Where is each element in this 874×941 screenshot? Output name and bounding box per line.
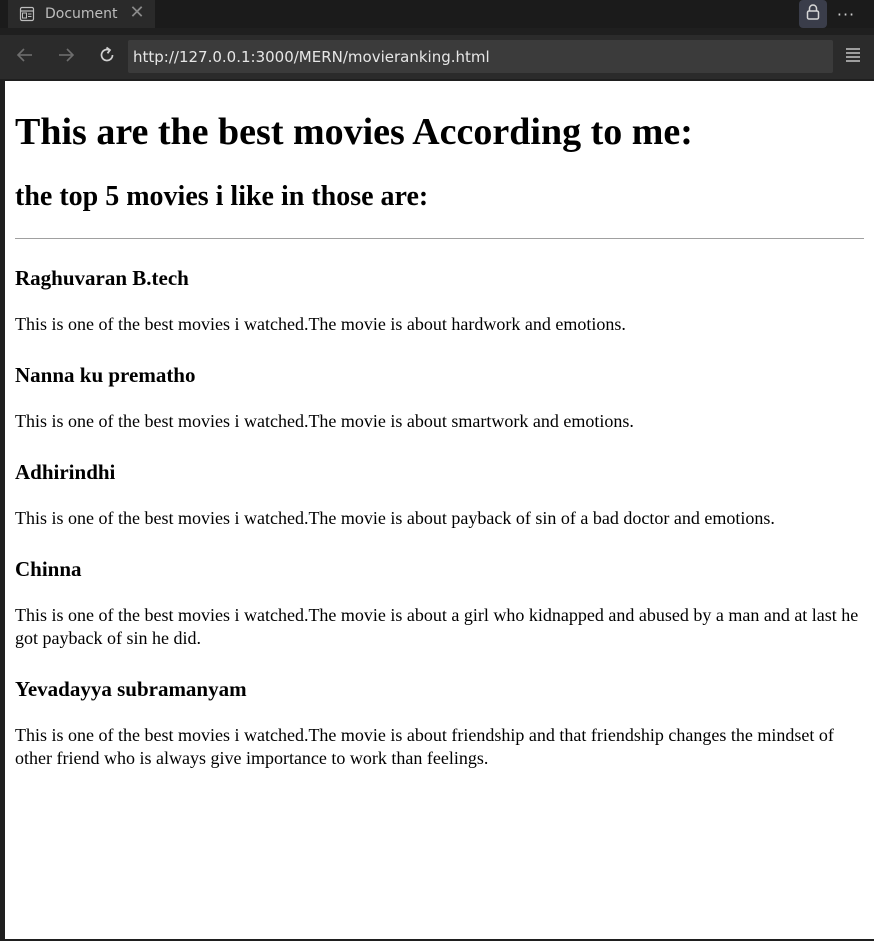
menu-icon	[844, 47, 862, 68]
page-subtitle: the top 5 movies i like in those are:	[15, 181, 429, 212]
url-input[interactable]	[133, 40, 833, 73]
page-title: This are the best movies According to me…	[15, 111, 693, 153]
movie-title: Adhirindhi	[15, 460, 116, 484]
tab-document[interactable]: Document ✕	[8, 0, 155, 28]
movie-item: Raghuvaran B.tech This is one of the bes…	[15, 266, 864, 336]
movie-description: This is one of the best movies i watched…	[15, 725, 834, 768]
movie-title: Yevadayya subramanyam	[15, 677, 247, 701]
arrow-right-icon	[56, 45, 76, 70]
arrow-left-icon	[15, 45, 35, 70]
more-options-button[interactable]: ···	[834, 0, 858, 28]
address-bar[interactable]	[128, 40, 833, 73]
tab-title: Document	[45, 6, 118, 22]
movie-title: Chinna	[15, 557, 82, 581]
lock-icon	[804, 3, 822, 26]
menu-button[interactable]	[843, 47, 863, 67]
lock-button[interactable]	[799, 0, 827, 28]
movie-item: Adhirindhi This is one of the best movie…	[15, 460, 864, 530]
page-viewport: This are the best movies According to me…	[5, 81, 874, 939]
movie-item: Yevadayya subramanyam This is one of the…	[15, 677, 864, 770]
document-icon	[19, 6, 35, 22]
movie-item: Nanna ku prematho This is one of the bes…	[15, 363, 864, 433]
movie-description: This is one of the best movies i watched…	[15, 508, 775, 528]
reload-button[interactable]	[94, 44, 120, 70]
movie-description: This is one of the best movies i watched…	[15, 314, 626, 334]
movie-title: Nanna ku prematho	[15, 363, 196, 387]
page-content: This are the best movies According to me…	[5, 110, 874, 770]
movie-description: This is one of the best movies i watched…	[15, 605, 859, 648]
close-icon[interactable]: ✕	[129, 4, 145, 22]
back-button[interactable]	[12, 44, 38, 70]
movie-title: Raghuvaran B.tech	[15, 266, 189, 290]
divider	[15, 238, 864, 239]
tab-strip: Document ✕ ···	[0, 0, 874, 28]
movie-description: This is one of the best movies i watched…	[15, 411, 634, 431]
reload-icon	[97, 45, 117, 70]
navigation-bar	[0, 35, 874, 79]
movie-item: Chinna This is one of the best movies i …	[15, 557, 864, 650]
forward-button[interactable]	[53, 44, 79, 70]
